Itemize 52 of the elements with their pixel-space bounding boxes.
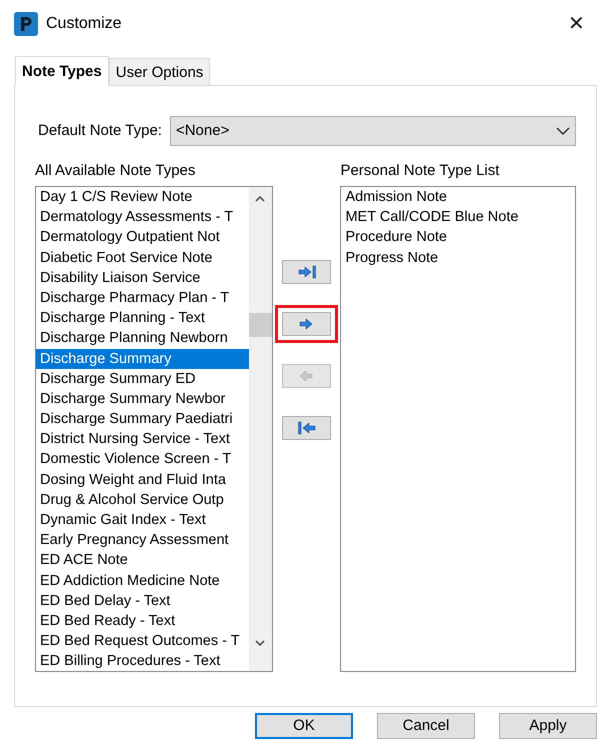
tab[interactable]: Note Types [15, 56, 109, 86]
list-item[interactable]: ED ACE Note [36, 550, 249, 571]
list-item[interactable]: Dermatology Outpatient Not [36, 227, 249, 248]
scroll-up-icon[interactable] [255, 195, 266, 203]
list-item[interactable]: Discharge Pharmacy Plan - T [36, 288, 249, 308]
list-item[interactable]: Discharge Planning - Text [36, 308, 249, 328]
list-item[interactable]: Discharge Planning Newborn [36, 328, 249, 348]
list-item[interactable]: Dynamic Gait Index - Text [36, 510, 249, 530]
dialog-button[interactable]: Apply [499, 713, 597, 739]
move-all-left-icon [296, 420, 316, 436]
list-item[interactable]: Discharge Summary [36, 348, 249, 369]
list-item[interactable]: ED Bed Ready - Text [36, 610, 249, 632]
scrollbar[interactable] [248, 187, 272, 671]
list-label: Personal Note Type List [340, 161, 500, 180]
list-item[interactable]: ED Bed Request Outcomes - T [36, 631, 249, 652]
list-item[interactable]: Drug & Alcohol Service Outp [36, 490, 249, 510]
list-item[interactable]: MET Call/CODE Blue Note [341, 207, 575, 228]
list-item[interactable]: Admission Note [341, 187, 575, 208]
move-button[interactable] [282, 260, 331, 284]
scrollbar-thumb[interactable] [248, 313, 272, 337]
list-item[interactable]: Progress Note [341, 248, 575, 268]
list-item[interactable]: Early Pregnancy Assessment [36, 530, 249, 550]
list-item[interactable]: Discharge Summary Paediatri [36, 409, 249, 430]
tab[interactable]: User Options [108, 58, 210, 85]
move-button[interactable] [282, 312, 331, 336]
list-item[interactable]: Dermatology Assessments - T [36, 207, 249, 228]
window-title: Customize [46, 14, 122, 34]
list-item[interactable]: Discharge Summary Newbor [36, 388, 249, 410]
list-item[interactable]: Domestic Violence Screen - T [36, 449, 249, 470]
available-note-types-list[interactable] [35, 186, 273, 672]
list-item[interactable]: Disability Liaison Service [36, 268, 249, 288]
dialog-button[interactable]: OK [255, 713, 353, 739]
app-logo-icon [14, 12, 38, 36]
list-item[interactable]: ED Addiction Medicine Note [36, 570, 249, 591]
default-note-type-dropdown[interactable]: <None> [170, 116, 576, 146]
list-item[interactable]: Day 1 C/S Review Note [36, 187, 249, 208]
list-item[interactable]: Discharge Summary ED [36, 368, 249, 389]
list-item[interactable]: Dosing Weight and Fluid Inta [36, 470, 249, 490]
personal-note-type-list[interactable]: Admission Note MET Call/CODE Blue Note Procedure Note Progress Note [340, 186, 576, 672]
default-note-type-label: Default Note Type: [38, 120, 162, 141]
scroll-down-icon[interactable] [255, 639, 266, 647]
close-button[interactable]: ✕ [564, 14, 589, 34]
move-button[interactable] [282, 416, 331, 440]
list-item[interactable]: District Nursing Service - Text [36, 429, 249, 450]
list-label: All Available Note Types [35, 161, 196, 180]
move-all-right-icon [296, 264, 316, 280]
list-item[interactable]: ED Billing Procedures - Text [36, 651, 249, 671]
chevron-down-icon [556, 126, 570, 136]
dialog-button[interactable]: Cancel [377, 713, 475, 739]
list-item[interactable]: Diabetic Foot Service Note [36, 248, 249, 268]
list-item[interactable]: ED Bed Delay - Text [36, 590, 249, 611]
list-item[interactable]: Procedure Note [341, 227, 575, 248]
